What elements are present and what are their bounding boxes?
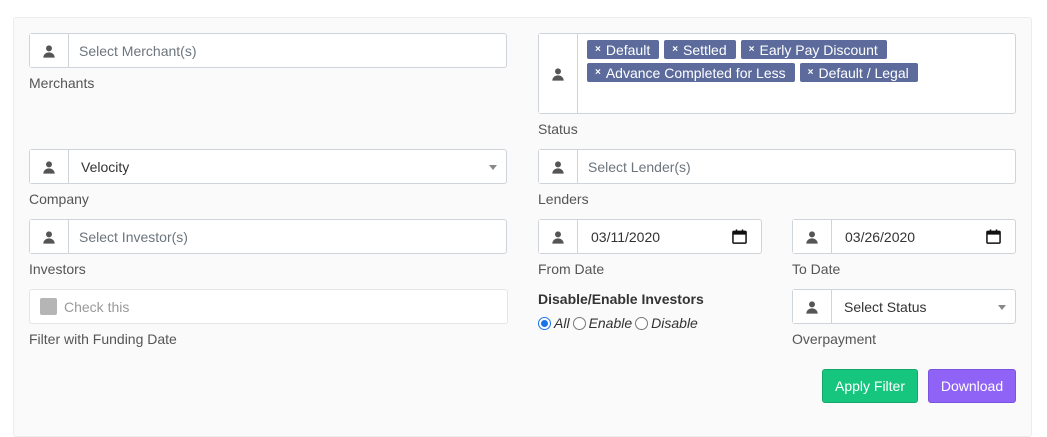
- status-tag-label: Default: [605, 41, 651, 58]
- status-tag-label: Advance Completed for Less: [605, 64, 786, 81]
- merchant-placeholder: Select Merchant(s): [79, 42, 197, 59]
- apply-filter-button[interactable]: Apply Filter: [822, 369, 918, 403]
- user-icon: [793, 290, 832, 323]
- overpayment-select[interactable]: Select Status: [792, 289, 1016, 324]
- funding-date-label: Filter with Funding Date: [29, 331, 177, 347]
- caret-down-icon: [998, 305, 1006, 310]
- investors-label: Investors: [29, 261, 86, 277]
- close-icon[interactable]: ×: [808, 67, 814, 78]
- status-tag-label: Settled: [683, 41, 727, 58]
- merchants-label: Merchants: [29, 75, 95, 91]
- user-icon: [539, 150, 578, 183]
- radio-enable[interactable]: [572, 316, 586, 330]
- lenders-label: Lenders: [538, 191, 589, 207]
- status-tag[interactable]: × Advance Completed for Less: [587, 63, 795, 82]
- merchant-select[interactable]: Select Merchant(s): [29, 33, 507, 68]
- disable-enable-radios: All Enable Disable: [538, 315, 698, 331]
- user-icon: [30, 34, 69, 67]
- close-icon[interactable]: ×: [595, 44, 601, 55]
- investor-select[interactable]: Select Investor(s): [29, 219, 507, 254]
- funding-date-checkbox[interactable]: Check this: [29, 289, 508, 324]
- status-tag[interactable]: × Settled: [664, 40, 736, 59]
- radio-all-label: All: [554, 315, 570, 331]
- disable-enable-heading: Disable/Enable Investors: [538, 291, 704, 307]
- company-select[interactable]: Velocity: [29, 149, 507, 184]
- from-date-input[interactable]: 03/11/2020: [538, 219, 762, 254]
- company-value: Velocity: [81, 158, 130, 175]
- radio-disable-label: Disable: [651, 315, 698, 331]
- close-icon[interactable]: ×: [595, 67, 601, 78]
- status-tag[interactable]: × Early Pay Discount: [740, 40, 887, 59]
- user-icon: [30, 150, 69, 183]
- close-icon[interactable]: ×: [672, 44, 678, 55]
- caret-down-icon: [489, 165, 497, 170]
- calendar-icon[interactable]: [986, 229, 1001, 244]
- radio-enable-label: Enable: [588, 315, 633, 331]
- download-button[interactable]: Download: [928, 369, 1016, 403]
- user-icon: [30, 220, 69, 253]
- status-tags: × Default × Settled × Early Pay Discount × A…: [578, 34, 1015, 113]
- user-icon: [539, 220, 578, 253]
- overpayment-value: Select Status: [844, 298, 927, 315]
- to-date-input[interactable]: 03/26/2020: [792, 219, 1016, 254]
- status-tag[interactable]: × Default / Legal: [799, 63, 918, 82]
- lender-select[interactable]: Select Lender(s): [538, 149, 1016, 184]
- close-icon[interactable]: ×: [749, 44, 755, 55]
- to-date-label: To Date: [792, 261, 841, 277]
- radio-disable[interactable]: [635, 316, 649, 330]
- status-tag-label: Early Pay Discount: [759, 41, 878, 58]
- checkbox-text: Check this: [64, 298, 130, 315]
- lender-placeholder: Select Lender(s): [588, 158, 691, 175]
- status-label: Status: [538, 121, 578, 137]
- status-multiselect[interactable]: × Default × Settled × Early Pay Discount × A…: [538, 33, 1016, 114]
- user-icon: [539, 34, 578, 113]
- overpayment-label: Overpayment: [792, 331, 877, 347]
- investor-placeholder: Select Investor(s): [79, 228, 188, 245]
- checkbox-box[interactable]: [40, 298, 57, 315]
- radio-all[interactable]: [538, 316, 551, 330]
- calendar-icon[interactable]: [732, 229, 747, 244]
- user-icon: [793, 220, 832, 253]
- status-tag-label: Default / Legal: [818, 64, 909, 81]
- status-tag[interactable]: × Default: [587, 40, 660, 59]
- from-date-label: From Date: [538, 261, 605, 277]
- company-label: Company: [29, 191, 89, 207]
